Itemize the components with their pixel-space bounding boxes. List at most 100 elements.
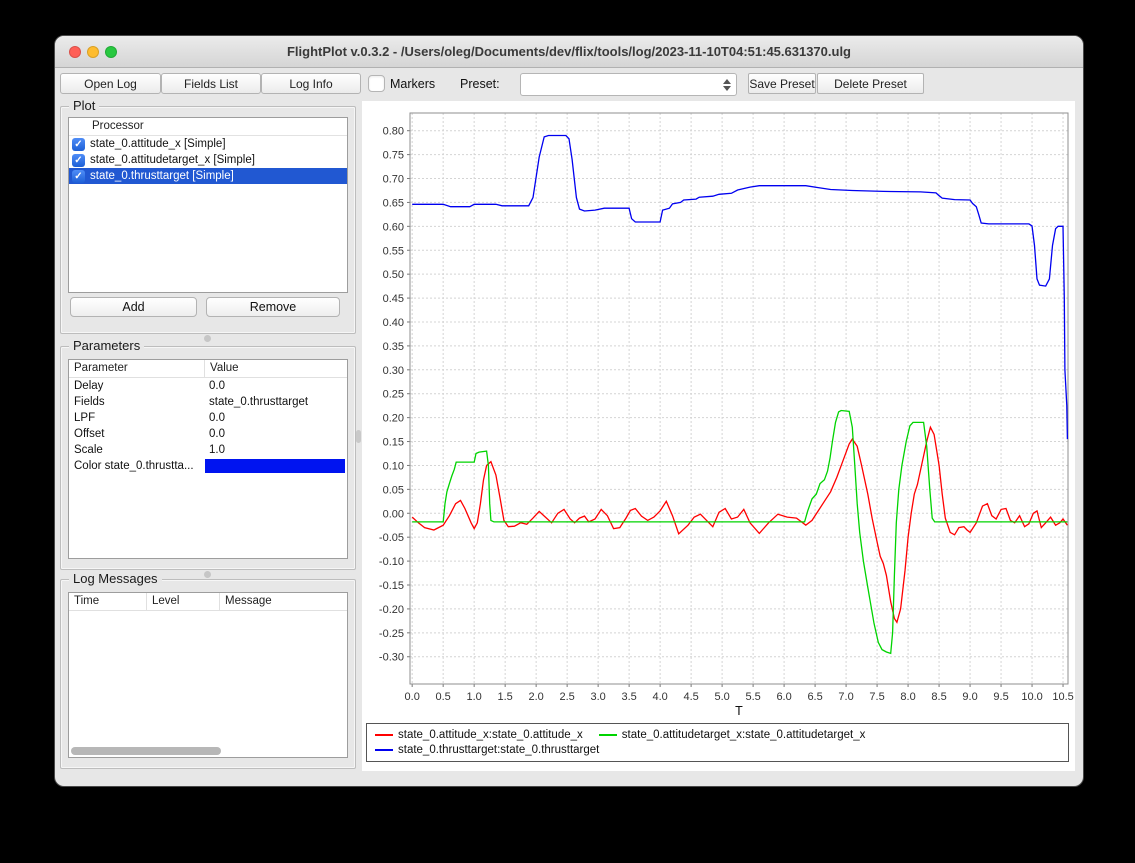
open-log-button[interactable]: Open Log bbox=[60, 73, 161, 94]
x-tick-label: 7.5 bbox=[869, 691, 884, 703]
combobox-stepper-icon[interactable] bbox=[720, 76, 733, 93]
x-tick-label: 9.0 bbox=[962, 691, 977, 703]
legend-item: state_0.attitudetarget_x:state_0.attitud… bbox=[599, 729, 866, 741]
log-messages-table[interactable]: Time Level Message bbox=[68, 592, 348, 758]
y-tick-label: -0.10 bbox=[379, 556, 404, 568]
x-tick-label: 10.0 bbox=[1021, 691, 1042, 703]
markers-label: Markers bbox=[390, 77, 435, 91]
parameter-value[interactable]: 1.0 bbox=[204, 442, 347, 458]
processor-row[interactable]: ✓ state_0.thrusttarget [Simple] bbox=[69, 168, 347, 184]
legend-label: state_0.thrusttarget:state_0.thrusttarge… bbox=[398, 744, 599, 756]
titlebar: FlightPlot v.0.3.2 - /Users/oleg/Documen… bbox=[55, 36, 1083, 68]
preset-combobox[interactable] bbox=[520, 73, 737, 96]
y-tick-label: -0.25 bbox=[379, 628, 404, 640]
x-tick-label: 7.0 bbox=[838, 691, 853, 703]
horizontal-scrollbar-thumb[interactable] bbox=[71, 747, 221, 755]
chart-svg[interactable]: 0.00.51.01.52.02.53.03.54.04.55.05.56.06… bbox=[362, 101, 1075, 721]
legend-item: state_0.thrusttarget:state_0.thrusttarge… bbox=[375, 744, 599, 756]
parameters-table-header: Parameter Value bbox=[69, 360, 347, 378]
processor-row-label: state_0.thrusttarget [Simple] bbox=[90, 170, 234, 182]
parameter-value[interactable]: 0.0 bbox=[204, 426, 347, 442]
parameter-color-row[interactable]: Color state_0.thrustta... bbox=[69, 458, 347, 474]
parameter-row[interactable]: Fieldsstate_0.thrusttarget bbox=[69, 394, 347, 410]
delete-preset-button[interactable]: Delete Preset bbox=[817, 73, 924, 94]
x-tick-label: 5.5 bbox=[745, 691, 760, 703]
parameter-name: Scale bbox=[69, 442, 204, 458]
processor-column-header: Processor bbox=[69, 118, 347, 136]
chart-legend: state_0.attitude_x:state_0.attitude_xsta… bbox=[366, 723, 1069, 762]
y-tick-label: 0.05 bbox=[383, 484, 404, 496]
processor-row-checkbox[interactable]: ✓ bbox=[72, 138, 85, 151]
parameters-rows: Delay0.0Fieldsstate_0.thrusttargetLPF0.0… bbox=[69, 378, 347, 474]
x-tick-label: 3.0 bbox=[590, 691, 605, 703]
parameter-row[interactable]: LPF0.0 bbox=[69, 410, 347, 426]
level-column-header: Level bbox=[146, 593, 219, 610]
y-tick-label: 0.75 bbox=[383, 150, 404, 162]
legend-line-icon bbox=[375, 734, 393, 736]
x-tick-label: 8.0 bbox=[900, 691, 915, 703]
save-preset-button[interactable]: Save Preset bbox=[748, 73, 816, 94]
plot-panel-title: Plot bbox=[69, 98, 99, 113]
parameter-row[interactable]: Delay0.0 bbox=[69, 378, 347, 394]
log-info-button[interactable]: Log Info bbox=[261, 73, 361, 94]
fields-list-button[interactable]: Fields List bbox=[161, 73, 261, 94]
y-tick-label: 0.15 bbox=[383, 437, 404, 449]
legend-label: state_0.attitudetarget_x:state_0.attitud… bbox=[622, 729, 866, 741]
log-messages-table-header: Time Level Message bbox=[69, 593, 347, 611]
y-tick-label: -0.15 bbox=[379, 580, 404, 592]
y-tick-label: 0.35 bbox=[383, 341, 404, 353]
log-messages-panel: Log Messages Time Level Message bbox=[60, 579, 356, 769]
parameter-row[interactable]: Scale1.0 bbox=[69, 442, 347, 458]
x-tick-label: 0.5 bbox=[436, 691, 451, 703]
x-tick-label: 3.5 bbox=[621, 691, 636, 703]
y-tick-label: 0.70 bbox=[383, 174, 404, 186]
vertical-splitter-handle[interactable] bbox=[356, 430, 361, 443]
x-tick-label: 6.5 bbox=[807, 691, 822, 703]
parameter-name: Delay bbox=[69, 378, 204, 394]
x-tick-label: 6.0 bbox=[776, 691, 791, 703]
processor-list[interactable]: Processor ✓ state_0.attitude_x [Simple] ✓ s… bbox=[68, 117, 348, 293]
processor-row-label: state_0.attitude_x [Simple] bbox=[90, 138, 226, 150]
legend-line-icon bbox=[599, 734, 617, 736]
parameter-column-header: Parameter bbox=[69, 360, 204, 377]
y-tick-label: 0.00 bbox=[383, 508, 404, 520]
parameter-value[interactable]: state_0.thrusttarget bbox=[204, 394, 347, 410]
parameter-row[interactable]: Offset0.0 bbox=[69, 426, 347, 442]
splitter-handle-2[interactable] bbox=[204, 571, 211, 578]
plot-border bbox=[410, 113, 1068, 684]
remove-button[interactable]: Remove bbox=[206, 297, 340, 317]
screen: FlightPlot v.0.3.2 - /Users/oleg/Documen… bbox=[0, 0, 1135, 863]
y-tick-label: 0.30 bbox=[383, 365, 404, 377]
color-swatch[interactable] bbox=[205, 459, 345, 473]
processor-row-checkbox[interactable]: ✓ bbox=[72, 154, 85, 167]
y-tick-label: 0.45 bbox=[383, 293, 404, 305]
x-tick-label: 5.0 bbox=[714, 691, 729, 703]
plot-list-rows: ✓ state_0.attitude_x [Simple] ✓ state_0.att… bbox=[69, 136, 347, 184]
processor-row[interactable]: ✓ state_0.attitude_x [Simple] bbox=[69, 136, 347, 152]
window-title: FlightPlot v.0.3.2 - /Users/oleg/Documen… bbox=[55, 44, 1083, 59]
x-tick-label: 10.5 bbox=[1052, 691, 1073, 703]
markers-checkbox[interactable] bbox=[368, 75, 385, 92]
parameters-table[interactable]: Parameter Value Delay0.0Fieldsstate_0.th… bbox=[68, 359, 348, 559]
x-axis-label: T bbox=[735, 704, 743, 718]
add-button[interactable]: Add bbox=[70, 297, 197, 317]
parameter-name: Offset bbox=[69, 426, 204, 442]
x-tick-label: 2.5 bbox=[559, 691, 574, 703]
parameter-value[interactable] bbox=[204, 458, 347, 474]
message-column-header: Message bbox=[219, 593, 347, 610]
x-tick-label: 8.5 bbox=[931, 691, 946, 703]
processor-row[interactable]: ✓ state_0.attitudetarget_x [Simple] bbox=[69, 152, 347, 168]
processor-row-label: state_0.attitudetarget_x [Simple] bbox=[90, 154, 255, 166]
chart-panel: 0.00.51.01.52.02.53.03.54.04.55.05.56.06… bbox=[362, 101, 1075, 771]
x-tick-label: 1.0 bbox=[467, 691, 482, 703]
splitter-handle-1[interactable] bbox=[204, 335, 211, 342]
y-tick-label: 0.40 bbox=[383, 317, 404, 329]
preset-label: Preset: bbox=[460, 77, 500, 91]
parameter-value[interactable]: 0.0 bbox=[204, 378, 347, 394]
y-tick-label: 0.60 bbox=[383, 221, 404, 233]
parameter-value[interactable]: 0.0 bbox=[204, 410, 347, 426]
parameter-name: LPF bbox=[69, 410, 204, 426]
value-column-header: Value bbox=[204, 360, 347, 377]
processor-row-checkbox[interactable]: ✓ bbox=[72, 170, 85, 183]
x-tick-label: 2.0 bbox=[528, 691, 543, 703]
